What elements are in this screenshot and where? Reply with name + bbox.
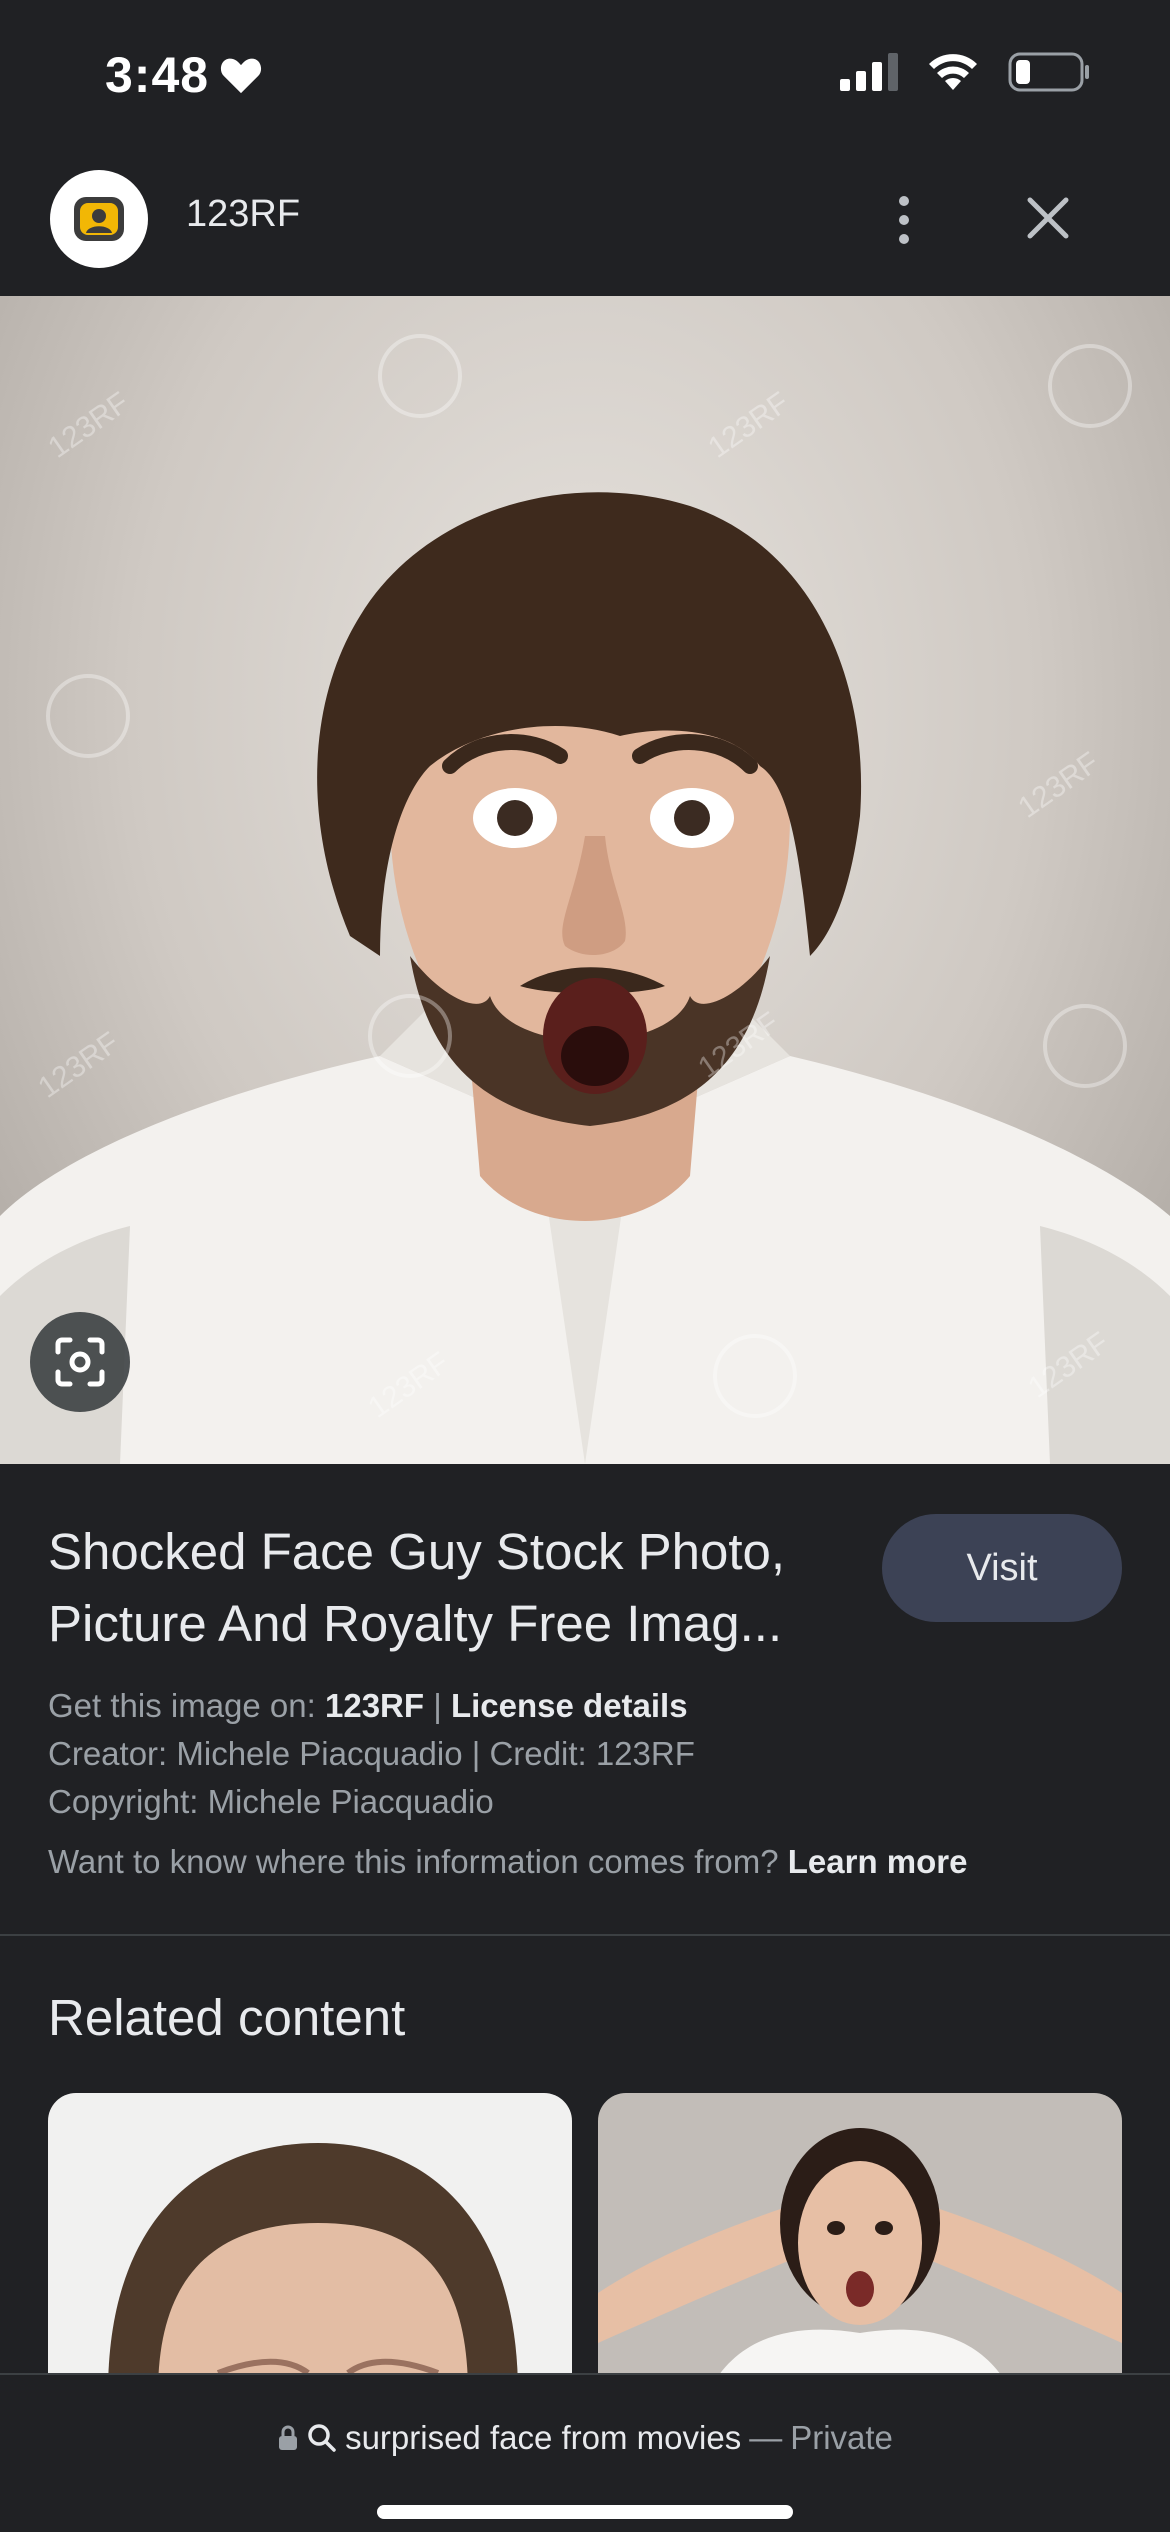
get-image-label: Get this image on: <box>48 1687 316 1724</box>
cellular-signal-icon <box>840 53 898 91</box>
related-content-heading: Related content <box>48 1989 406 2046</box>
screen: 3:48 123RF 123RF 123RF 123RF 123RF 123RF… <box>0 0 1170 2532</box>
dash: — <box>749 2419 783 2456</box>
visit-button[interactable]: Visit <box>882 1514 1122 1622</box>
watermark-text: 123RF <box>32 1026 125 1105</box>
separator: | <box>433 1687 442 1724</box>
get-image-site[interactable]: 123RF <box>325 1687 424 1724</box>
bottom-bar: surprised face from movies — Private <box>0 2373 1170 2532</box>
status-bar: 3:48 <box>0 0 1170 150</box>
image-title[interactable]: Shocked Face Guy Stock Photo, Picture An… <box>48 1516 888 1660</box>
info-source-row: Want to know where this information come… <box>48 1838 967 1886</box>
man-forehead-photo <box>108 2143 518 2393</box>
lens-search-button[interactable] <box>30 1312 130 1412</box>
main-image[interactable]: 123RF 123RF 123RF 123RF 123RF 123RF 123R… <box>0 296 1170 1464</box>
creator-row: Creator: Michele Piacquadio | Credit: 12… <box>48 1735 695 1772</box>
clock: 3:48 <box>105 47 210 103</box>
more-vert-icon <box>899 196 909 206</box>
search-query-pill[interactable]: surprised face from movies — Private <box>0 2419 1170 2457</box>
watermark-text: 123RF <box>42 386 135 465</box>
close-icon[interactable] <box>1020 190 1076 246</box>
private-label: Private <box>790 2419 893 2456</box>
lens-icon <box>55 1337 105 1387</box>
site-favicon[interactable] <box>50 170 148 268</box>
status-icons <box>840 52 1090 92</box>
more-options-button[interactable] <box>880 190 928 250</box>
search-icon <box>308 2424 336 2452</box>
related-thumbnail-2[interactable] <box>598 2093 1122 2393</box>
site-name[interactable]: 123RF <box>186 193 300 236</box>
surprised-woman-photo <box>598 2128 1122 2393</box>
watermark-text: 123RF <box>702 386 795 465</box>
get-image-row: Get this image on: 123RF | License detai… <box>48 1682 967 1730</box>
image-meta: Get this image on: 123RF | License detai… <box>48 1682 967 1886</box>
battery-icon <box>1008 52 1089 92</box>
image-info: Shocked Face Guy Stock Photo, Picture An… <box>0 1464 1170 1934</box>
lock-icon <box>279 2425 298 2450</box>
header: 123RF <box>0 160 1170 295</box>
divider <box>0 1934 1170 1936</box>
home-indicator[interactable] <box>377 2505 793 2519</box>
status-time: 3:48 <box>105 46 263 104</box>
watermark-text: 123RF <box>1012 746 1105 825</box>
shocked-man-photo: 123RF 123RF 123RF 123RF 123RF 123RF 123R… <box>0 334 1170 1464</box>
123rf-logo-icon <box>74 197 124 241</box>
copyright-row: Copyright: Michele Piacquadio <box>48 1783 494 1820</box>
license-details-link[interactable]: License details <box>451 1687 688 1724</box>
wifi-icon <box>929 54 977 90</box>
search-query-text: surprised face from movies <box>345 2419 742 2456</box>
related-thumbnail-1[interactable] <box>48 2093 572 2393</box>
heart-icon <box>221 58 262 94</box>
learn-more-link[interactable]: Learn more <box>788 1843 968 1880</box>
info-question: Want to know where this information come… <box>48 1843 779 1880</box>
